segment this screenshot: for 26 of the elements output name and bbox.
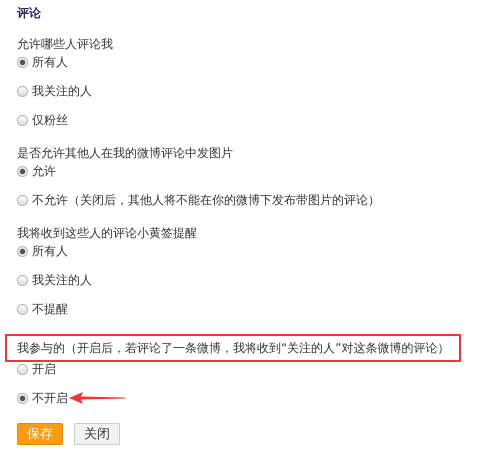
- option-label[interactable]: 仅粉丝: [32, 112, 68, 128]
- radio-button[interactable]: [17, 86, 28, 96]
- radio-button[interactable]: [17, 56, 28, 68]
- option-label[interactable]: 所有人: [32, 243, 68, 259]
- option-label[interactable]: 允许: [32, 163, 56, 179]
- radio-button[interactable]: [17, 114, 28, 126]
- radio-button[interactable]: [17, 246, 28, 256]
- radio-button[interactable]: [17, 392, 28, 404]
- radio-button[interactable]: [17, 364, 28, 374]
- option-label[interactable]: 我关注的人: [32, 272, 92, 288]
- question-label: 是否允许其他人在我的微博评论中发图片: [17, 145, 234, 161]
- question-label: 允许哪些人评论我: [17, 36, 114, 52]
- option-label[interactable]: 所有人: [32, 54, 68, 70]
- option-label[interactable]: 开启: [32, 361, 56, 377]
- radio-button[interactable]: [17, 166, 28, 176]
- question-label: 我参与的（开启后，若评论了一条微博，我将收到“关注的人”对这条微博的评论）: [17, 340, 450, 356]
- radio-button[interactable]: [17, 304, 28, 314]
- close-button[interactable]: 关闭: [74, 423, 120, 445]
- radio-button[interactable]: [17, 194, 28, 206]
- option-label[interactable]: 不提醒: [32, 301, 68, 317]
- radio-button[interactable]: [17, 274, 28, 286]
- option-label[interactable]: 我关注的人: [32, 83, 92, 99]
- section-title: 评论: [17, 5, 42, 22]
- question-label: 我将收到这些人的评论小黄签提醒: [17, 225, 198, 241]
- option-label[interactable]: 不允许（关闭后，其他人将不能在你的微博下发布带图片的评论）: [32, 192, 380, 208]
- option-label[interactable]: 不开启: [32, 390, 68, 406]
